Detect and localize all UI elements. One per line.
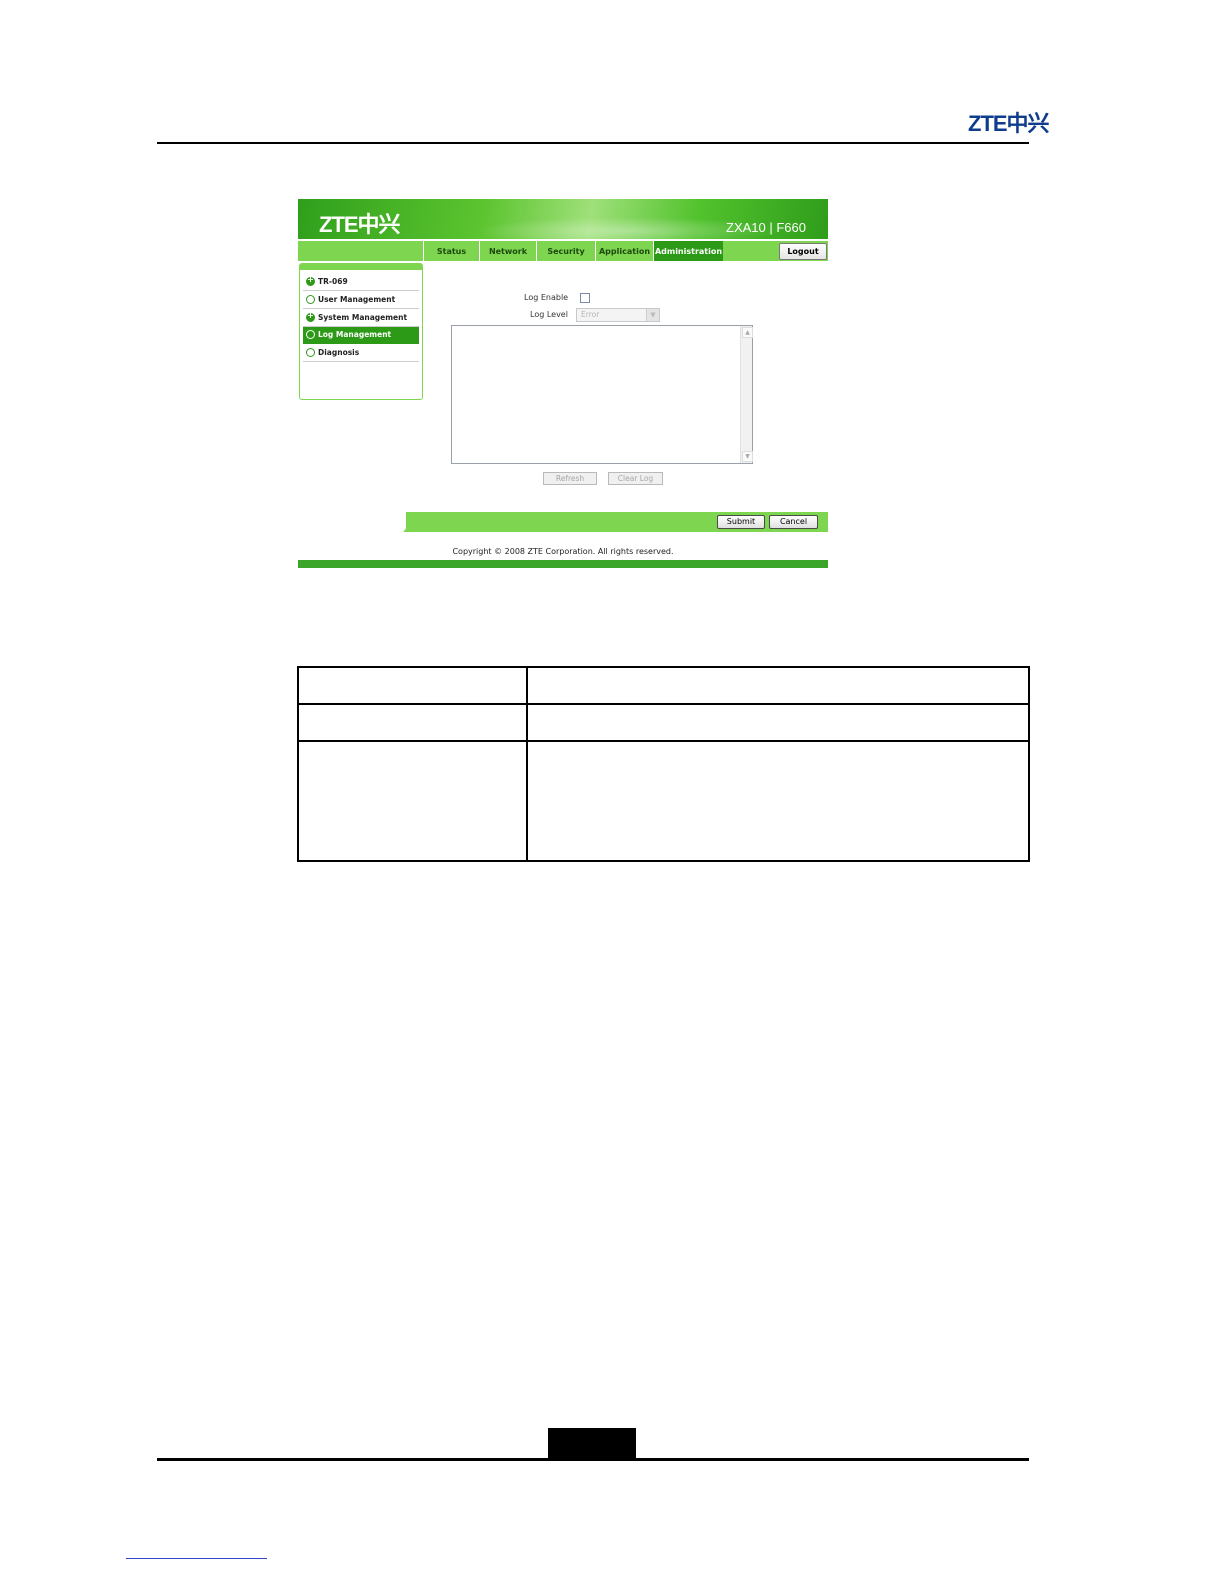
clear-log-button[interactable]: Clear Log [608, 472, 663, 485]
table-row [297, 740, 1030, 862]
tab-application[interactable]: Application [595, 241, 653, 261]
submit-button[interactable]: Submit [717, 515, 765, 529]
log-level-value: Error [581, 310, 600, 319]
sidebar-item-label: User Management [318, 295, 396, 304]
table-cell [526, 703, 1030, 742]
sidebar-item-label: Diagnosis [318, 348, 360, 357]
router-screenshot: ZTE中兴 ZXA10 | F660 Status Network Securi… [298, 199, 828, 568]
plus-circle-icon [306, 275, 315, 286]
tab-administration[interactable]: Administration [653, 241, 723, 261]
tab-security[interactable]: Security [536, 241, 595, 261]
logout-button[interactable]: Logout [779, 243, 827, 260]
sidebar-item-label: Log Management [318, 330, 392, 339]
log-enable-label: Log Enable [524, 293, 569, 302]
circle-icon [306, 348, 315, 357]
tab-network[interactable]: Network [479, 241, 536, 261]
log-level-label: Log Level [530, 310, 568, 319]
banner-logo: ZTE中兴 [319, 212, 401, 237]
refresh-button[interactable]: Refresh [543, 472, 597, 485]
table-cell [297, 740, 528, 862]
table-cell [526, 666, 1030, 705]
table-cell [297, 666, 528, 705]
sidebar-item-log-management[interactable]: Log Management [303, 327, 419, 344]
sidebar: TR-069 User Management System Management… [299, 263, 423, 400]
scroll-down-icon[interactable]: ▼ [742, 451, 753, 462]
sidebar-item-user-management[interactable]: User Management [303, 292, 419, 309]
sidebar-item-system-management[interactable]: System Management [303, 310, 419, 327]
nav-spacer [298, 241, 422, 261]
chevron-down-icon: ▼ [646, 309, 659, 321]
zte-logo: ZTE中兴 [968, 111, 1050, 136]
plus-circle-icon [306, 311, 315, 322]
log-scrollbar[interactable]: ▲ ▼ [740, 326, 753, 463]
top-nav: Status Network Security Application Admi… [298, 241, 828, 261]
table-row [297, 703, 1030, 742]
table-cell [526, 740, 1030, 862]
log-level-select[interactable]: Error ▼ [576, 308, 660, 322]
scroll-up-icon[interactable]: ▲ [742, 327, 753, 338]
sidebar-item-label: TR-069 [318, 277, 348, 286]
log-enable-checkbox[interactable] [580, 293, 590, 303]
circle-icon [306, 295, 315, 304]
cancel-button[interactable]: Cancel [769, 515, 818, 529]
circle-icon [306, 330, 315, 339]
model-name: ZXA10 | F660 [726, 220, 806, 235]
bottom-bar [298, 560, 828, 568]
footer-rule [157, 1458, 1029, 1461]
footer-link[interactable] [126, 1558, 267, 1559]
sidebar-item-tr069[interactable]: TR-069 [303, 274, 419, 291]
sidebar-item-diagnosis[interactable]: Diagnosis [303, 345, 419, 362]
header-rule [157, 142, 1029, 144]
table-row [297, 666, 1030, 705]
copyright-text: Copyright © 2008 ZTE Corporation. All ri… [452, 547, 674, 556]
sidebar-header [300, 264, 422, 270]
page-number-tab [548, 1428, 636, 1459]
tab-status[interactable]: Status [423, 241, 479, 261]
parameter-table [297, 666, 1030, 862]
table-cell [297, 703, 528, 742]
sidebar-item-label: System Management [318, 313, 408, 322]
banner: ZTE中兴 ZXA10 | F660 [298, 199, 828, 239]
log-textarea[interactable]: ▲ ▼ [451, 325, 753, 464]
